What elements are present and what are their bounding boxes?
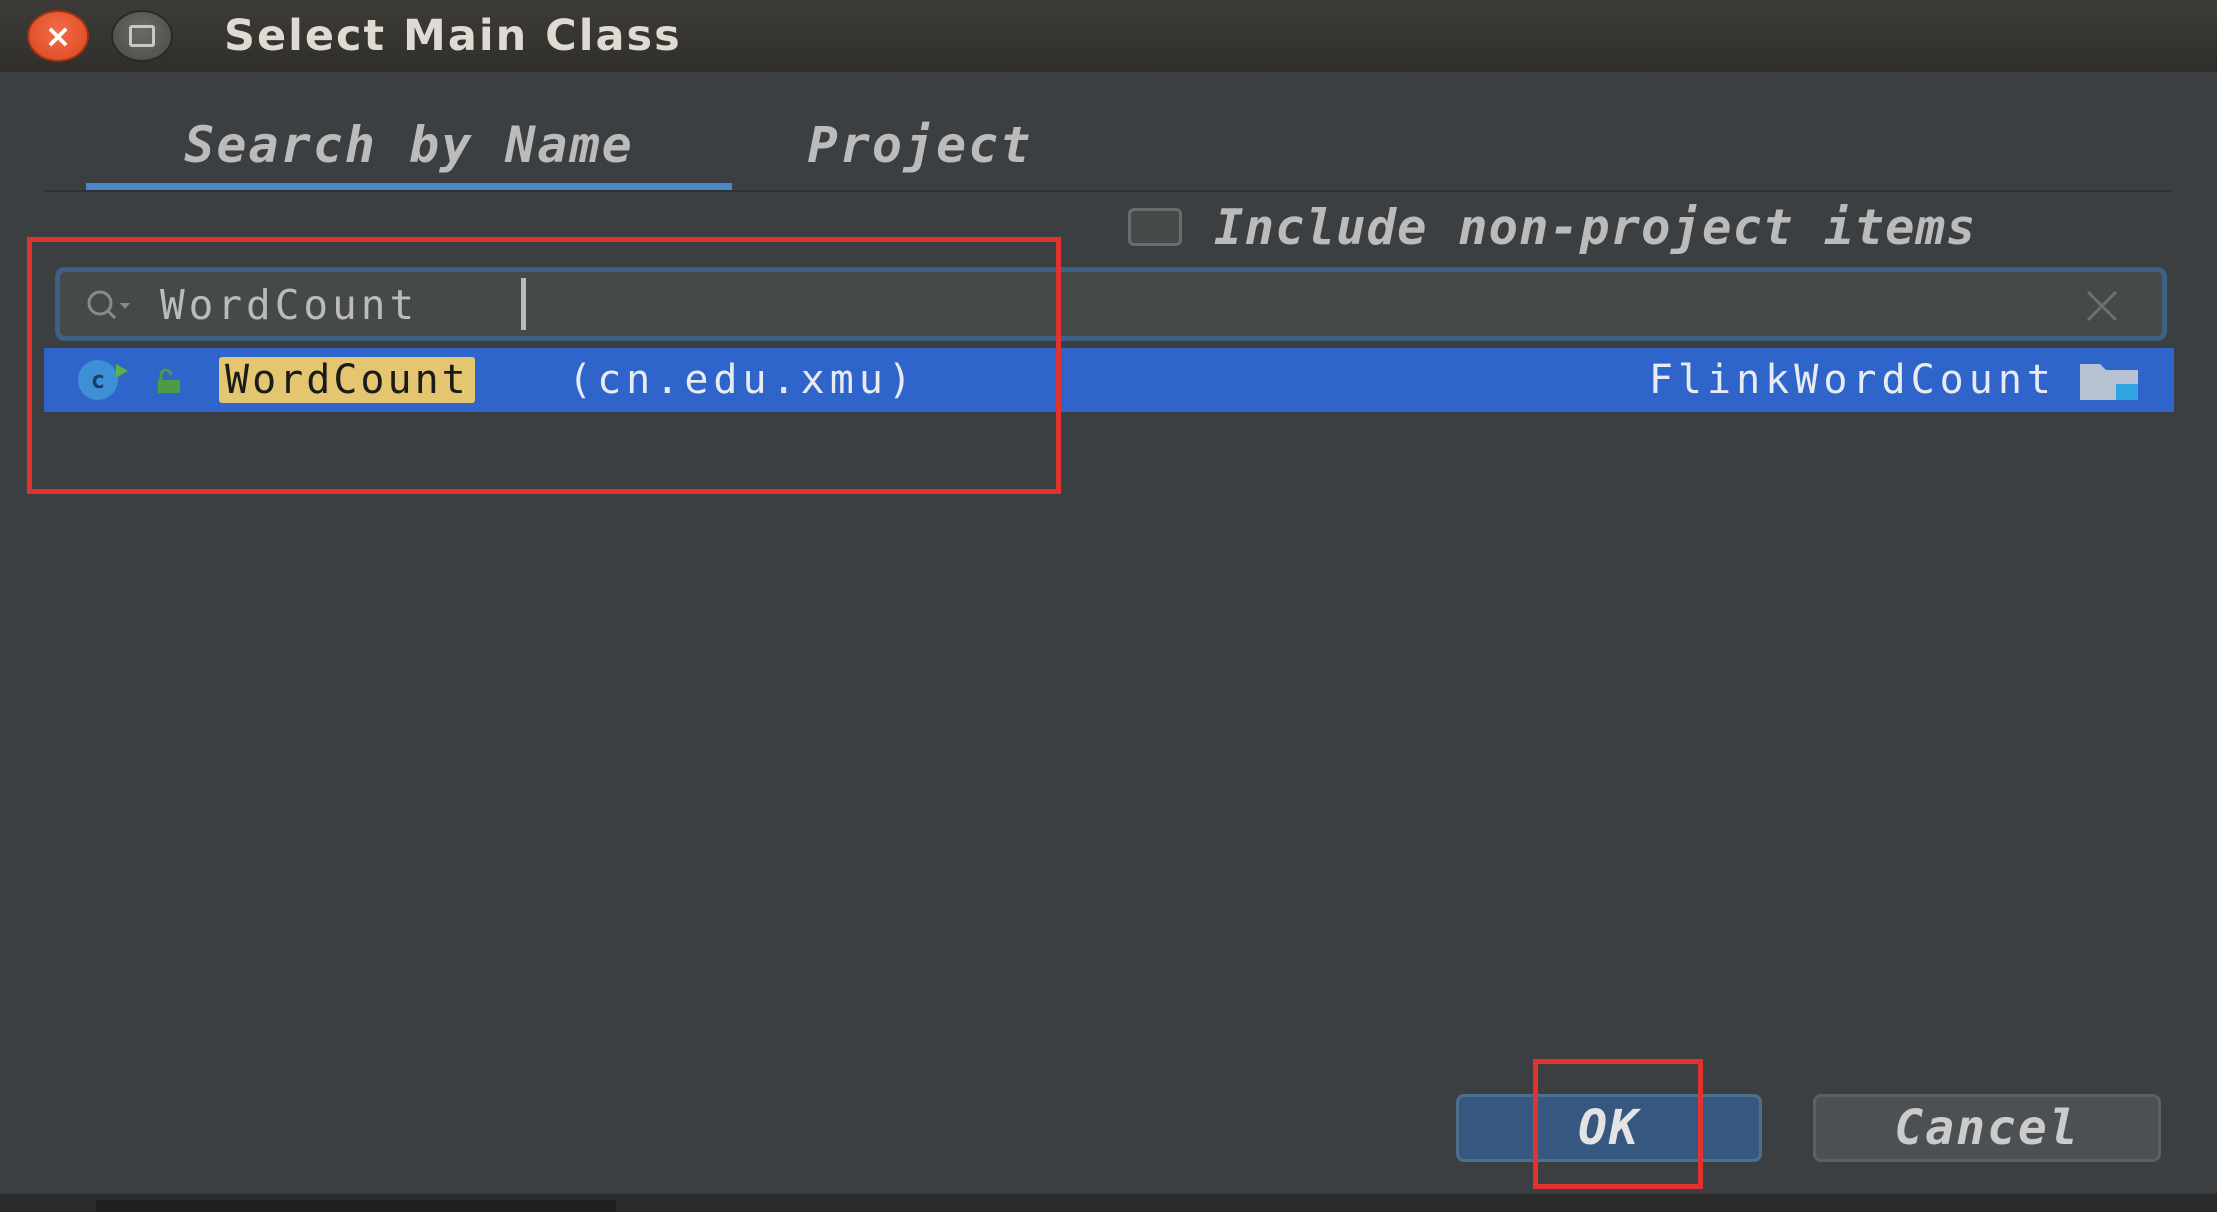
search-input[interactable] bbox=[160, 280, 2060, 330]
result-package: (cn.edu.xmu) bbox=[568, 357, 917, 403]
result-class-name: WordCount bbox=[219, 357, 475, 403]
tab-search-by-name[interactable]: Search by Name bbox=[86, 110, 732, 180]
ok-button[interactable]: OK bbox=[1456, 1094, 1762, 1162]
tab-project[interactable]: Project bbox=[760, 110, 1080, 180]
search-box[interactable] bbox=[55, 267, 2167, 341]
include-non-project-label[interactable]: Include non-project items bbox=[1214, 200, 1977, 256]
module-folder-icon bbox=[2080, 364, 2138, 400]
title-bar: × Select Main Class bbox=[0, 0, 2217, 72]
window-title: Select Main Class bbox=[224, 11, 682, 61]
svg-text:c: c bbox=[91, 366, 105, 394]
tab-divider bbox=[43, 190, 2173, 192]
result-row[interactable]: c WordCount (cn.edu.xmu) FlinkWordCount bbox=[44, 348, 2174, 412]
cancel-button[interactable]: Cancel bbox=[1813, 1094, 2161, 1162]
unlocked-icon bbox=[158, 368, 180, 393]
close-icon: × bbox=[44, 17, 72, 55]
runnable-class-icon: c bbox=[78, 360, 128, 400]
include-non-project-checkbox[interactable] bbox=[1128, 208, 1182, 246]
window-close-button[interactable]: × bbox=[27, 10, 89, 62]
text-caret bbox=[521, 278, 526, 330]
result-module: FlinkWordCount bbox=[1648, 357, 2056, 403]
clear-search-icon[interactable] bbox=[2080, 284, 2124, 328]
window-bottom-shadow bbox=[96, 1200, 616, 1212]
search-icon[interactable] bbox=[82, 286, 142, 326]
window-maximize-button[interactable] bbox=[111, 10, 173, 62]
maximize-icon bbox=[129, 25, 155, 47]
